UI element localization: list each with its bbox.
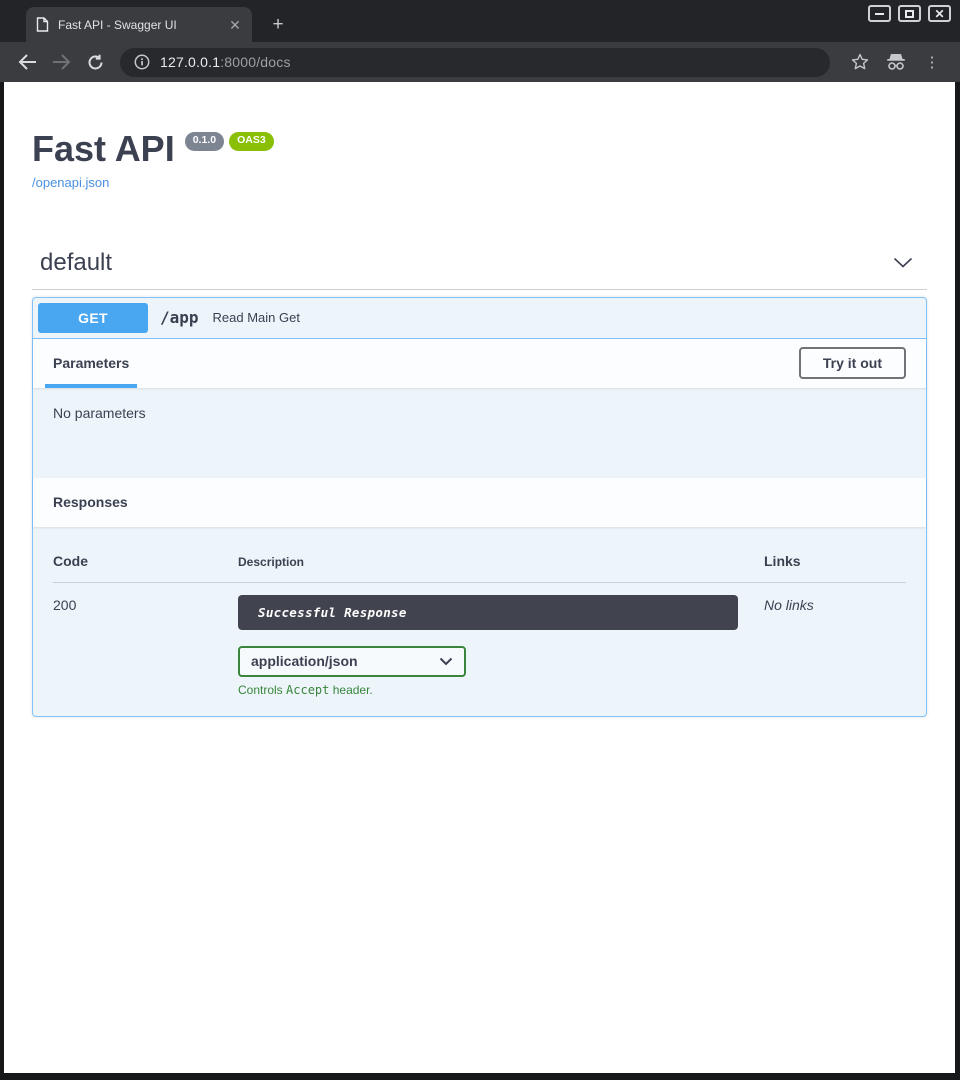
close-button[interactable]: ✕ <box>928 5 951 22</box>
get-method-button[interactable]: GET <box>38 303 148 333</box>
note-prefix: Controls <box>238 683 286 697</box>
badges: 0.1.0 OAS3 <box>185 132 274 151</box>
responses-body: Code Description Links 200 Successful Re… <box>33 527 926 716</box>
browser-tab[interactable]: Fast API - Swagger UI ✕ <box>26 7 252 42</box>
column-header-description: Description <box>238 553 764 569</box>
page-title: Fast API <box>32 129 175 169</box>
page-viewport: Fast API 0.1.0 OAS3 /openapi.json defaul… <box>4 82 955 1073</box>
parameters-body: No parameters <box>33 388 926 478</box>
column-header-links: Links <box>764 553 906 569</box>
operation-summary-text: Read Main Get <box>213 310 300 325</box>
note-suffix: header. <box>329 683 372 697</box>
tab-title: Fast API - Swagger UI <box>58 18 226 32</box>
operation-summary[interactable]: GET /app Read Main Get <box>33 298 926 339</box>
tag-section-header[interactable]: default <box>32 249 927 290</box>
tab-close-icon[interactable]: ✕ <box>226 16 244 34</box>
no-parameters-message: No parameters <box>53 405 146 421</box>
api-info: Fast API 0.1.0 OAS3 /openapi.json <box>32 129 927 192</box>
tag-name: default <box>40 249 112 277</box>
column-header-code: Code <box>53 553 238 569</box>
browser-menu-icon[interactable]: ⋮ <box>919 49 945 75</box>
bookmark-star-icon[interactable] <box>847 49 873 75</box>
incognito-icon <box>883 49 909 75</box>
minimize-icon <box>875 13 884 15</box>
forward-button[interactable] <box>48 49 74 75</box>
table-row: 200 Successful Response application/json… <box>53 595 906 697</box>
swagger-ui: Fast API 0.1.0 OAS3 /openapi.json defaul… <box>4 129 955 717</box>
browser-toolbar: 127.0.0.1:8000/docs ⋮ <box>0 42 960 82</box>
minimize-button[interactable] <box>868 5 891 22</box>
operation-path: /app <box>160 308 199 327</box>
response-code: 200 <box>53 595 238 697</box>
api-title-row: Fast API 0.1.0 OAS3 <box>32 129 927 169</box>
titlebar: Fast API - Swagger UI ✕ + ✕ <box>0 0 960 42</box>
maximize-button[interactable] <box>898 5 921 22</box>
oas-badge: OAS3 <box>229 132 274 151</box>
site-info-icon[interactable] <box>134 54 150 70</box>
back-button[interactable] <box>14 49 40 75</box>
operation-block: GET /app Read Main Get Parameters Try it… <box>32 297 927 717</box>
close-icon: ✕ <box>934 8 944 20</box>
response-description-cell: Successful Response application/json Con… <box>238 595 764 697</box>
responses-title: Responses <box>53 494 128 510</box>
media-type-note: Controls Accept header. <box>238 683 764 697</box>
response-description-box: Successful Response <box>238 595 738 630</box>
responses-table-header: Code Description Links <box>53 553 906 583</box>
media-type-value: application/json <box>251 653 358 669</box>
url-host: 127.0.0.1 <box>160 54 220 70</box>
responses-table: Code Description Links 200 Successful Re… <box>53 553 906 697</box>
window-controls: ✕ <box>868 5 951 22</box>
version-badge: 0.1.0 <box>185 132 224 151</box>
new-tab-button[interactable]: + <box>266 12 290 36</box>
browser-window: Fast API - Swagger UI ✕ + ✕ 127.0.0.1:80… <box>0 0 960 1080</box>
parameters-tab[interactable]: Parameters <box>45 347 137 380</box>
media-type-select[interactable]: application/json <box>238 646 466 677</box>
address-bar[interactable]: 127.0.0.1:8000/docs <box>120 48 830 77</box>
page-favicon-icon <box>36 17 49 32</box>
reload-button[interactable] <box>82 49 108 75</box>
response-description-text: Successful Response <box>258 605 407 620</box>
url-text[interactable]: 127.0.0.1:8000/docs <box>160 54 291 70</box>
url-path: :8000/docs <box>220 54 291 70</box>
parameters-header: Parameters Try it out <box>33 339 926 388</box>
responses-header: Responses <box>33 478 926 527</box>
response-links: No links <box>764 595 906 697</box>
maximize-icon <box>905 10 914 18</box>
select-chevron-icon <box>439 657 453 666</box>
chevron-down-icon[interactable] <box>887 255 919 270</box>
note-code: Accept <box>286 683 329 697</box>
try-it-out-button[interactable]: Try it out <box>799 347 906 379</box>
openapi-spec-link[interactable]: /openapi.json <box>32 175 109 190</box>
